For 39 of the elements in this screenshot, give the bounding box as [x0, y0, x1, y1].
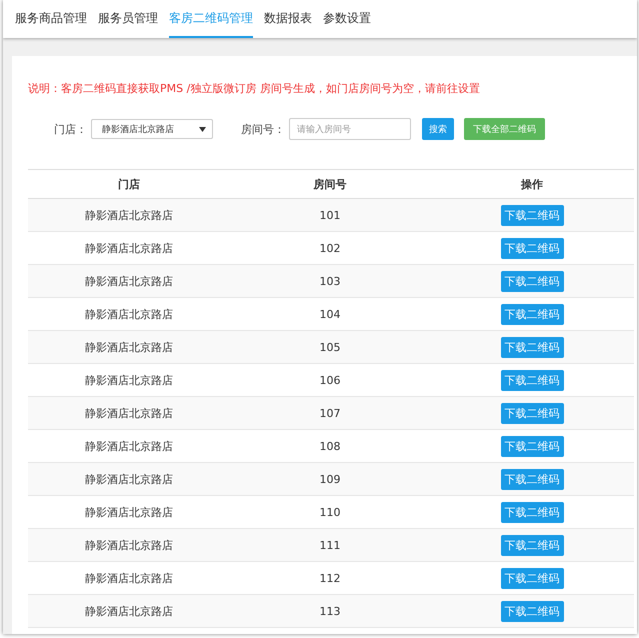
tab[interactable]: 参数设置 — [323, 0, 371, 38]
table-cell: 静影酒店北京路店 — [28, 396, 230, 430]
table-cell: 静影酒店北京路店 — [28, 330, 230, 364]
download-qr-button[interactable]: 下载二维码 — [500, 502, 564, 522]
table-cell: 111 — [230, 528, 430, 562]
table-cell: 105 — [230, 330, 430, 364]
store-label: 门店： — [54, 122, 87, 136]
tab[interactable]: 服务商品管理 — [15, 0, 87, 38]
table-cell: 107 — [230, 396, 430, 430]
download-qr-button[interactable]: 下载二维码 — [500, 336, 564, 358]
download-qr-button[interactable]: 下载二维码 — [500, 468, 564, 490]
download-qr-button[interactable]: 下载二维码 — [500, 370, 564, 390]
download-qr-button[interactable]: 下载二维码 — [500, 534, 564, 556]
notice-text: 说明：客房二维码直接获取PMS /独立版微订房 房间号生成，如门店房间号为空，请前往设置 — [28, 81, 481, 96]
download-all-button[interactable]: 下载全部二维码 — [464, 118, 545, 140]
download-qr-button[interactable]: 下载二维码 — [500, 238, 564, 258]
room-label: 房间号： — [241, 122, 285, 136]
table-cell: 101 — [230, 198, 430, 232]
table-cell: 103 — [230, 264, 430, 298]
table-cell: 静影酒店北京路店 — [28, 528, 230, 562]
search-button[interactable]: 搜索 — [422, 118, 454, 140]
tab[interactable]: 服务员管理 — [98, 0, 158, 38]
table-cell: 109 — [230, 462, 430, 496]
download-qr-button[interactable]: 下载二维码 — [500, 304, 564, 324]
download-qr-button[interactable]: 下载二维码 — [500, 568, 564, 588]
tab[interactable]: 数据报表 — [264, 0, 312, 38]
table-cell: 静影酒店北京路店 — [28, 462, 230, 496]
store-select[interactable]: 静影酒店北京路店 — [91, 119, 213, 139]
table-cell: 静影酒店北京路店 — [28, 198, 230, 232]
download-qr-button[interactable]: 下载二维码 — [500, 270, 564, 292]
table-cell: 静影酒店北京路店 — [28, 594, 230, 628]
download-qr-button[interactable]: 下载二维码 — [500, 402, 564, 424]
download-qr-button[interactable]: 下载二维码 — [500, 204, 564, 226]
download-qr-button[interactable]: 下载二维码 — [500, 436, 564, 456]
table-cell: 113 — [230, 594, 430, 628]
caret-icon — [199, 126, 206, 132]
room-input-field[interactable]: 请输入房间号 — [289, 118, 411, 140]
download-qr-button[interactable]: 下载二维码 — [500, 600, 564, 622]
table-cell: 静影酒店北京路店 — [28, 264, 230, 298]
